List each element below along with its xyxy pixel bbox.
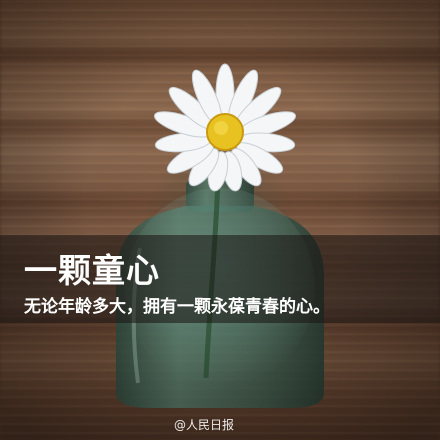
vignette-overlay — [0, 0, 440, 440]
source-watermark: @人民日报 — [174, 418, 235, 432]
caption-subtitle: 无论年龄多大，拥有一颗永葆青春的心。 — [24, 297, 330, 317]
photo-canvas: 一颗童心 无论年龄多大，拥有一颗永葆青春的心。 @人民日报 — [0, 0, 440, 440]
caption-title: 一颗童心 — [24, 251, 160, 290]
